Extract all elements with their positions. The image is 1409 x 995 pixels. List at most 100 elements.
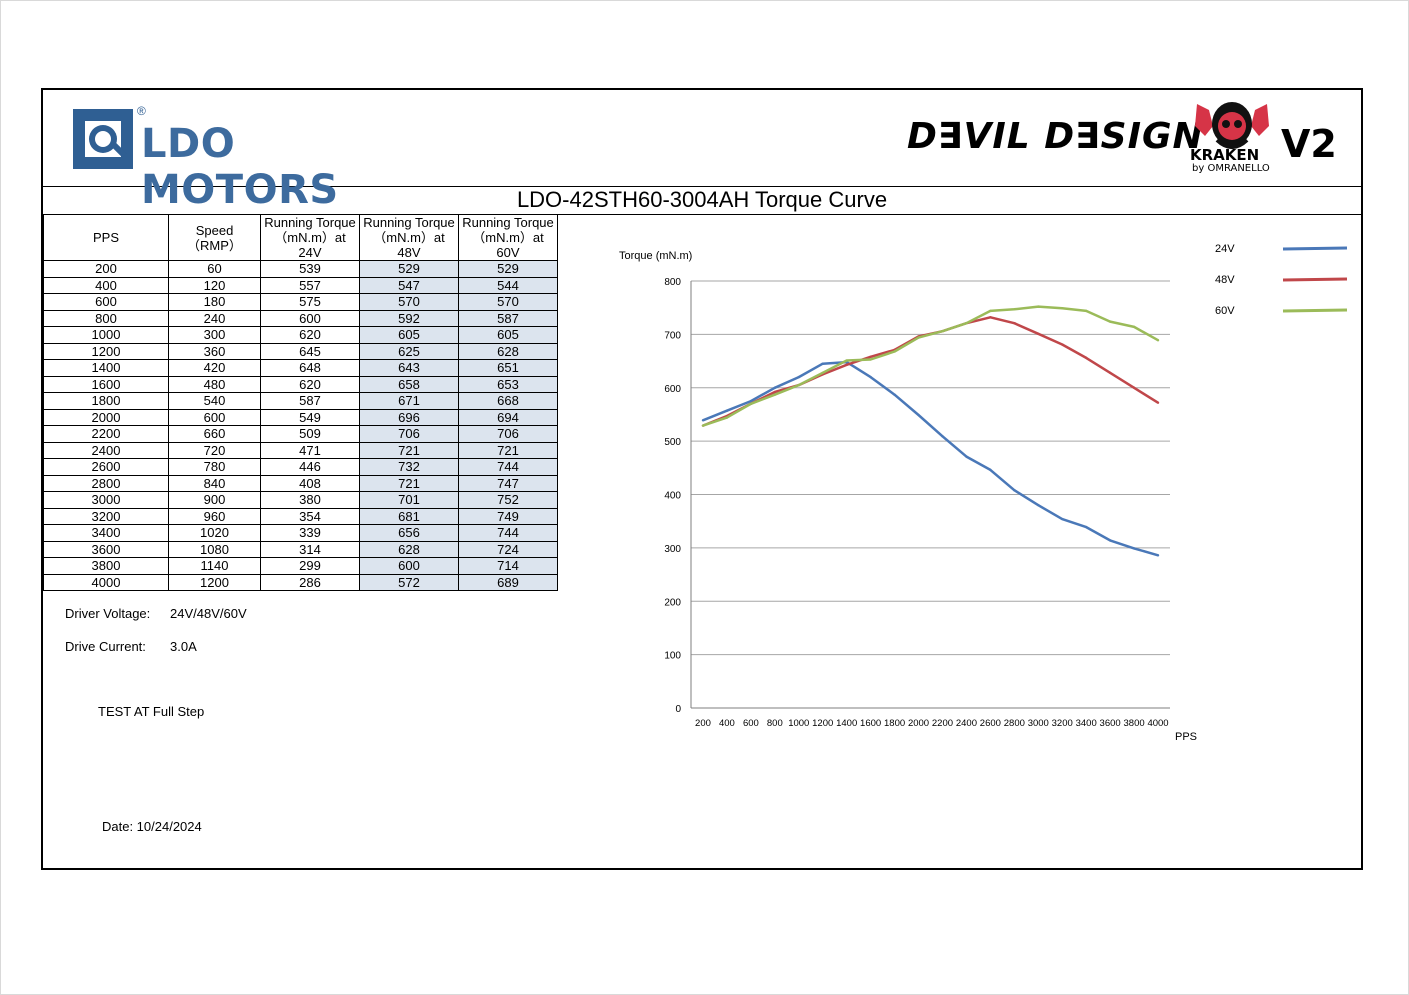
- y-axis-label: Torque (mN.m): [619, 250, 692, 262]
- cell-torque-48v: 605: [359, 326, 459, 344]
- table-row: 1000 300 620 605 605: [43, 326, 558, 344]
- data-point: [1084, 525, 1088, 529]
- cell-torque-48v: 592: [359, 309, 459, 327]
- cell-pps: 200: [43, 260, 169, 278]
- cell-pps: 2800: [43, 474, 169, 492]
- cell-speed: 840: [168, 474, 261, 492]
- cell-speed: 360: [168, 342, 261, 360]
- cell-speed: 540: [168, 392, 261, 410]
- cell-speed: 660: [168, 425, 261, 443]
- header: ® LDO MOTORS D∃VIL D∃SIGN KRAKEN by OMRA…: [43, 90, 1361, 213]
- cell-torque-60v: 651: [458, 359, 558, 377]
- col-header-torque-24v: Running Torque （mN.m）at 24V: [260, 214, 360, 261]
- data-point: [1061, 343, 1064, 346]
- table-row: 1800 540 587 671 668: [43, 392, 558, 410]
- data-point: [845, 359, 848, 362]
- cell-pps: 3400: [43, 524, 169, 542]
- cell-torque-60v: 744: [458, 524, 558, 542]
- cell-pps: 1600: [43, 375, 169, 393]
- devil-design-logo: D∃VIL D∃SIGN: [907, 116, 1204, 157]
- table-row: 3000 900 380 701 752: [43, 491, 558, 509]
- data-point: [941, 435, 944, 438]
- legend-swatch-24v: [1282, 246, 1348, 251]
- cell-torque-60v: 744: [458, 458, 558, 476]
- col-header-speed: Speed （RMP）: [168, 214, 261, 261]
- y-tick-label: 200: [664, 597, 681, 608]
- col-header-pps: PPS: [43, 214, 169, 261]
- y-tick-label: 800: [664, 277, 681, 288]
- x-tick-label: 1600: [860, 718, 881, 729]
- cell-torque-60v: 628: [458, 342, 558, 360]
- x-tick-label: 3200: [1052, 718, 1073, 729]
- data-point: [893, 350, 896, 353]
- current-value: 3.0A: [170, 639, 197, 654]
- registered-mark: ®: [137, 104, 146, 118]
- data-point: [773, 386, 777, 389]
- test-note: TEST AT Full Step: [98, 704, 205, 719]
- series-line-60v: [702, 305, 1159, 427]
- col-header-torque-48v: Running Torque （mN.m）at 48V: [359, 214, 459, 261]
- col-header-line: 48V: [397, 245, 421, 260]
- cell-torque-60v: 747: [458, 474, 558, 492]
- data-point: [845, 363, 848, 366]
- x-tick-label: 600: [743, 718, 759, 729]
- data-point: [1037, 503, 1040, 507]
- cell-pps: 2400: [43, 441, 169, 459]
- cell-torque-24v: 645: [260, 342, 360, 360]
- data-point: [1108, 320, 1112, 323]
- cell-pps: 600: [43, 293, 169, 311]
- date-text: Date: 10/24/2024: [102, 819, 202, 834]
- cell-torque-48v: 625: [359, 342, 459, 360]
- cell-torque-24v: 557: [260, 276, 360, 294]
- cell-torque-24v: 620: [260, 326, 360, 344]
- cell-speed: 1020: [168, 524, 261, 542]
- col-header-line: PPS: [92, 230, 119, 245]
- y-tick-label: 100: [664, 651, 681, 662]
- cell-torque-24v: 575: [260, 293, 360, 311]
- cell-pps: 2200: [43, 425, 169, 443]
- cell-speed: 960: [168, 507, 261, 525]
- data-point: [941, 329, 944, 333]
- table-row: 2200 660 509 706 706: [43, 425, 558, 443]
- data-point: [1084, 309, 1088, 313]
- data-point: [917, 413, 920, 417]
- cell-torque-60v: 749: [458, 507, 558, 525]
- data-point: [749, 399, 753, 403]
- y-tick-label: 400: [664, 491, 681, 502]
- cell-pps: 3600: [43, 540, 169, 558]
- cell-torque-48v: 570: [359, 293, 459, 311]
- col-header-line: Running Torque: [363, 215, 455, 230]
- x-tick-label: 1200: [812, 718, 833, 729]
- table-row: 1400 420 648 643 651: [43, 359, 558, 377]
- data-point: [1013, 308, 1016, 311]
- cell-torque-24v: 446: [260, 458, 360, 476]
- cell-pps: 2600: [43, 458, 169, 476]
- cell-torque-48v: 572: [359, 573, 459, 591]
- y-tick-label: 500: [664, 437, 681, 448]
- cell-pps: 1800: [43, 392, 169, 410]
- cell-speed: 1200: [168, 573, 261, 591]
- cell-speed: 480: [168, 375, 261, 393]
- cell-speed: 720: [168, 441, 261, 459]
- table-row: 2400 720 471 721 721: [43, 441, 558, 459]
- cell-torque-24v: 600: [260, 309, 360, 327]
- cell-pps: 3000: [43, 491, 169, 509]
- col-header-line: Running Torque: [462, 215, 554, 230]
- cell-torque-24v: 648: [260, 359, 360, 377]
- cell-torque-24v: 408: [260, 474, 360, 492]
- data-point: [1156, 401, 1160, 404]
- cell-torque-60v: 587: [458, 309, 558, 327]
- legend-label-24v: 24V: [1215, 243, 1235, 255]
- torque-chart: Torque (mN.m) 0 100 200 300 400 500 600 700 800 20…: [619, 238, 1359, 758]
- ldo-motors-logo: ® LDO MOTORS: [71, 104, 401, 213]
- current-label: Drive Current:: [65, 639, 146, 654]
- data-point: [701, 419, 705, 422]
- data-point: [1108, 539, 1112, 542]
- cell-torque-60v: 689: [458, 573, 558, 591]
- cell-torque-24v: 299: [260, 557, 360, 575]
- table-row: 200 60 539 529 529: [43, 260, 558, 278]
- cell-torque-24v: 339: [260, 524, 360, 542]
- data-point: [1132, 325, 1136, 329]
- table-row: 3600 1080 314 628 724: [43, 540, 558, 558]
- series-line-24v: [702, 360, 1159, 557]
